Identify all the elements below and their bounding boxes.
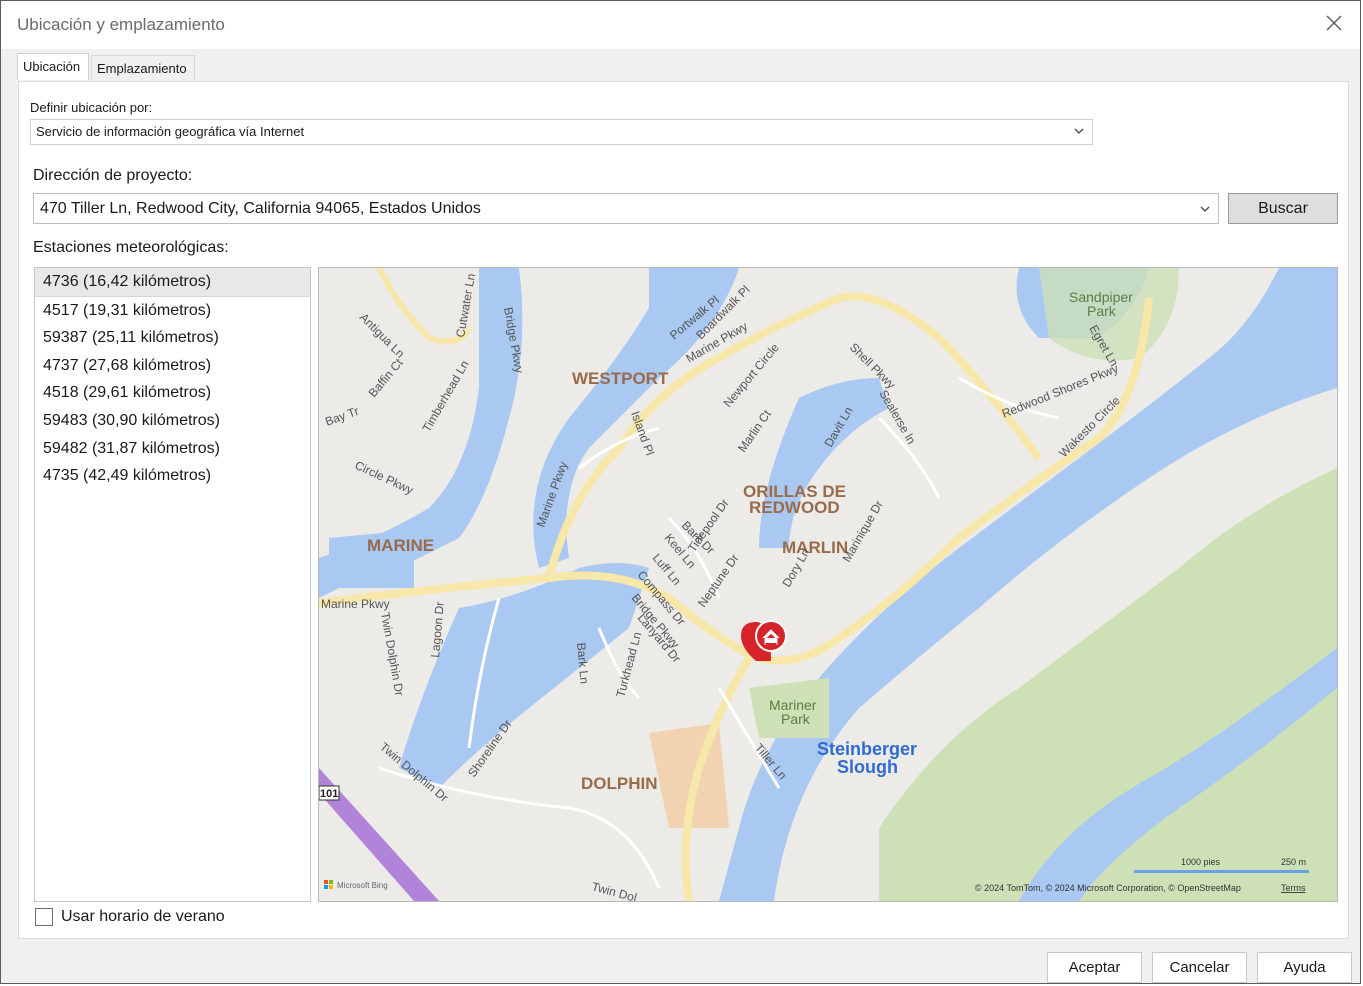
dst-checkbox[interactable] <box>35 908 53 926</box>
project-address-label: Dirección de proyecto: <box>33 167 193 184</box>
list-item[interactable]: 4517 (19,31 kilómetros) <box>35 297 310 325</box>
map-label-steinberger: Steinberger <box>817 739 917 759</box>
list-item[interactable]: 59387 (25,11 kilómetros) <box>35 324 310 352</box>
map-label-westport: WESTPORT <box>572 369 669 388</box>
map-label-marine: MARINE <box>367 536 434 555</box>
list-item[interactable]: 4736 (16,42 kilómetros) <box>35 268 310 297</box>
map-brand: Microsoft Bing <box>337 881 388 890</box>
location-map[interactable]: WESTPORT ORILLAS DE REDWOOD MARINE MARLI… <box>318 267 1338 902</box>
title-bar: Ubicación y emplazamiento <box>1 1 1360 49</box>
map-terms-link[interactable]: Terms <box>1281 883 1306 893</box>
weather-stations-label: Estaciones meteorológicas: <box>33 239 229 256</box>
define-location-value: Servicio de información geográfica vía I… <box>36 124 305 139</box>
project-address-combobox[interactable]: 470 Tiller Ln, Redwood City, California … <box>33 193 1219 224</box>
cancel-button[interactable]: Cancelar <box>1152 952 1247 983</box>
list-item[interactable]: 59482 (31,87 kilómetros) <box>35 435 310 463</box>
map-canvas[interactable]: WESTPORT ORILLAS DE REDWOOD MARINE MARLI… <box>319 268 1337 901</box>
tab-emplazamiento[interactable]: Emplazamiento <box>91 55 195 80</box>
highway-label: 101 <box>320 788 338 800</box>
dialog-title: Ubicación y emplazamiento <box>17 15 225 34</box>
map-scale-feet: 1000 pies <box>1181 857 1221 867</box>
map-label-mariner-park: Park <box>781 711 811 727</box>
chevron-down-icon <box>1200 206 1210 212</box>
tab-ubicacion[interactable]: Ubicación <box>17 53 89 80</box>
close-icon[interactable] <box>1322 11 1346 35</box>
project-address-value: 470 Tiller Ln, Redwood City, California … <box>40 200 481 217</box>
map-label-sandpiper-park: Park <box>1087 303 1117 319</box>
tab-panel: Definir ubicación por: Servicio de infor… <box>18 81 1349 939</box>
map-scale-m: 250 m <box>1281 857 1306 867</box>
list-item[interactable]: 4737 (27,68 kilómetros) <box>35 352 310 380</box>
map-label-redwood: REDWOOD <box>749 498 840 517</box>
search-button[interactable]: Buscar <box>1228 193 1338 224</box>
map-label-slough: Slough <box>837 757 898 777</box>
location-dialog: Ubicación y emplazamiento Ubicación Empl… <box>0 0 1361 984</box>
map-scale-bar-feet <box>1134 870 1234 873</box>
list-item[interactable]: 4735 (42,49 kilómetros) <box>35 462 310 490</box>
map-attribution: © 2024 TomTom, © 2024 Microsoft Corporat… <box>975 883 1241 893</box>
define-location-label: Definir ubicación por: <box>30 100 153 115</box>
map-street-label: Marine Pkwy <box>321 597 390 611</box>
list-item[interactable]: 4518 (29,61 kilómetros) <box>35 379 310 407</box>
help-button[interactable]: Ayuda <box>1257 952 1352 983</box>
define-location-select[interactable]: Servicio de información geográfica vía I… <box>30 119 1093 145</box>
list-item[interactable]: 59483 (30,90 kilómetros) <box>35 407 310 435</box>
chevron-down-icon <box>1074 128 1084 134</box>
map-label-dolphin: DOLPHIN <box>581 774 658 793</box>
weather-station-list[interactable]: 4736 (16,42 kilómetros) 4517 (19,31 kiló… <box>34 267 311 902</box>
map-label-marlin: MARLIN <box>782 538 848 557</box>
dst-label: Usar horario de verano <box>61 908 225 925</box>
map-scale-bar-m <box>1234 870 1309 873</box>
ok-button[interactable]: Aceptar <box>1047 952 1142 983</box>
